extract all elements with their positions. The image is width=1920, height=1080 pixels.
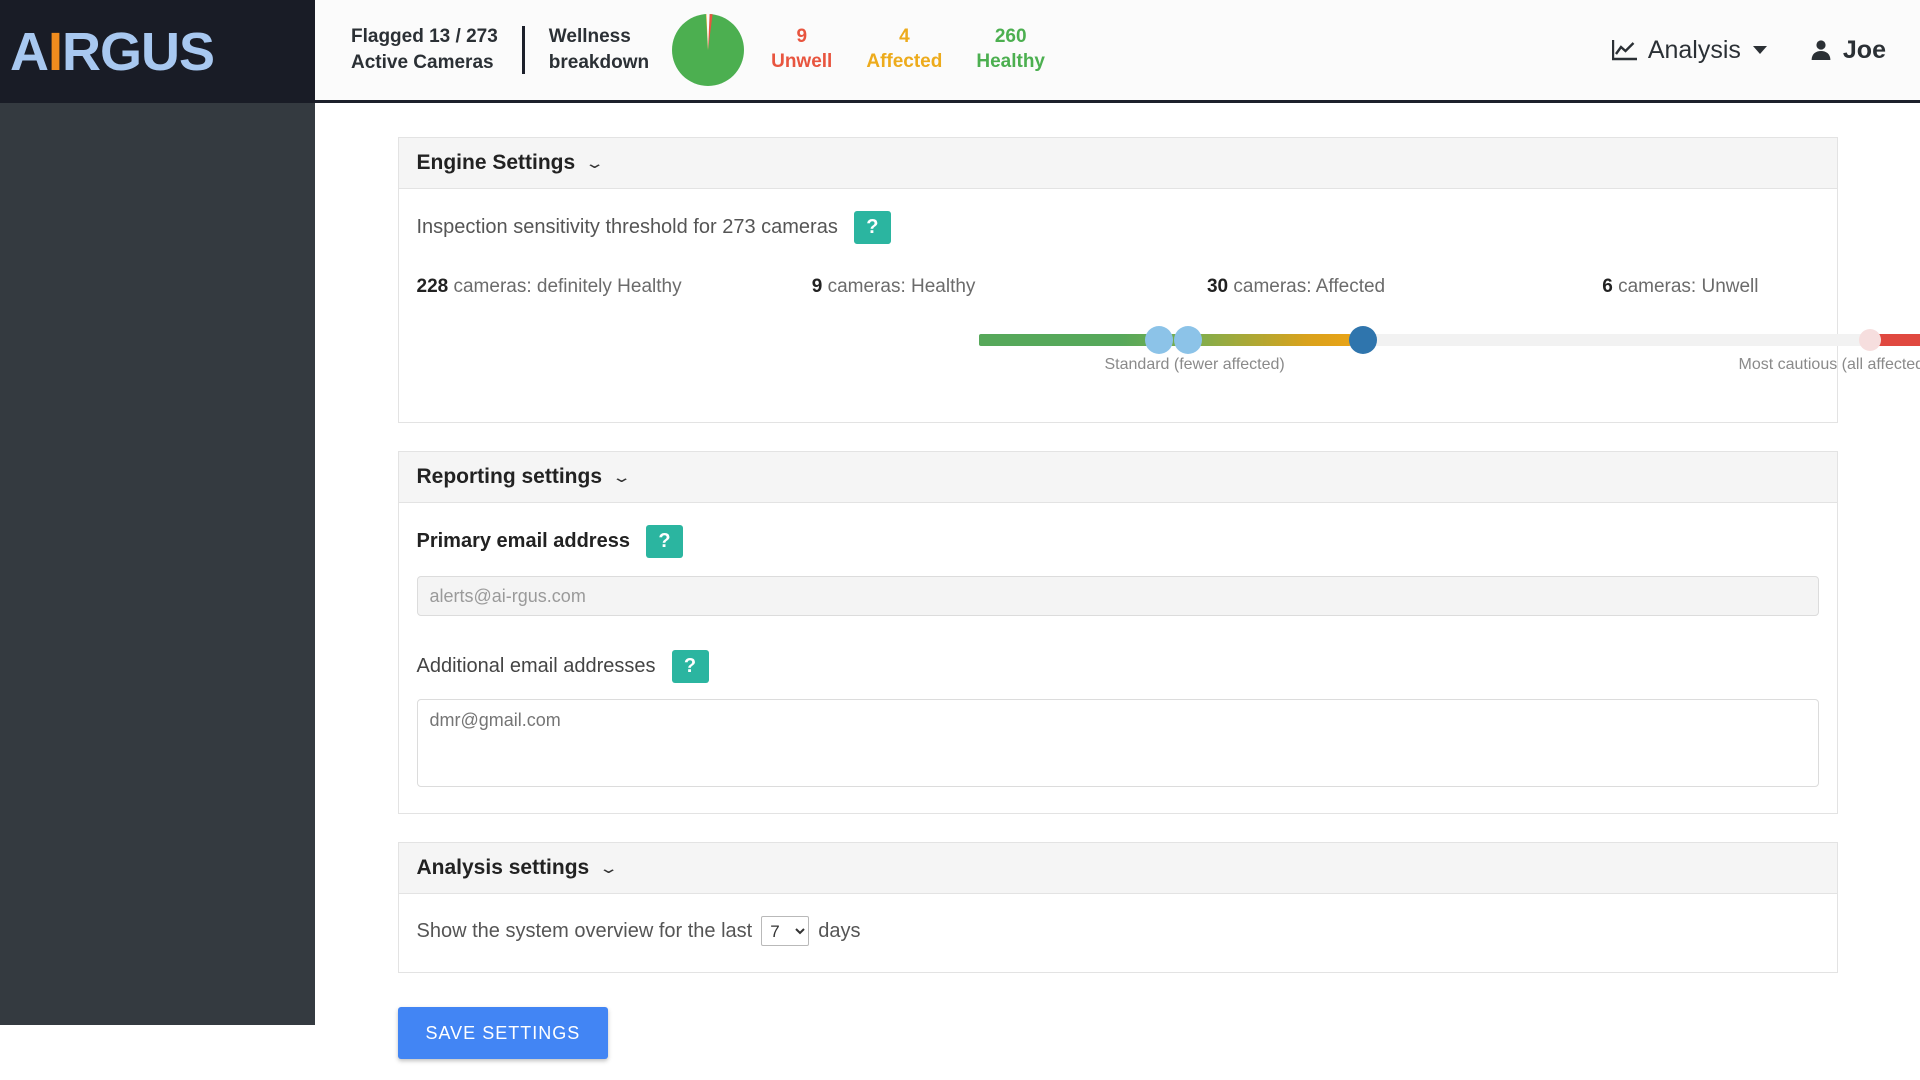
engine-settings-body: Inspection sensitivity threshold for 273… bbox=[399, 189, 1920, 422]
count-text: cameras: definitely Healthy bbox=[453, 276, 682, 297]
metric-affected: 4 Affected bbox=[866, 25, 942, 74]
overview-days-select[interactable]: 7 bbox=[761, 916, 810, 946]
wellness-metrics: 9 Unwell 4 Affected 260 Healthy bbox=[771, 25, 1045, 74]
slider-handle-1[interactable] bbox=[1144, 326, 1173, 354]
camera-count-unwell: 6 cameras: Unwell bbox=[1602, 276, 1758, 298]
camera-count-definitely-healthy: 228 cameras: definitely Healthy bbox=[417, 276, 812, 298]
reporting-settings-header[interactable]: Reporting settings ⌄ bbox=[398, 452, 1837, 503]
wellness-pie-chart bbox=[671, 13, 745, 87]
additional-email-label: Additional email addresses bbox=[416, 655, 656, 677]
metric-affected-label: Affected bbox=[866, 51, 943, 72]
user-icon bbox=[1811, 40, 1831, 60]
wellness-line-1: Wellness bbox=[548, 26, 631, 48]
sensitivity-help-icon[interactable]: ? bbox=[853, 211, 891, 244]
slider-handle-3[interactable] bbox=[1348, 326, 1377, 354]
additional-email-label-row: Additional email addresses ? bbox=[417, 650, 1819, 683]
main-content: Engine Settings ⌄ Inspection sensitivity… bbox=[315, 103, 1920, 1080]
chevron-down-icon: ⌄ bbox=[584, 155, 605, 171]
metric-unwell-value: 9 bbox=[796, 26, 808, 48]
metric-healthy-label: Healthy bbox=[976, 51, 1045, 72]
metric-healthy: 260 Healthy bbox=[976, 25, 1045, 74]
chevron-down-icon bbox=[1752, 46, 1767, 54]
sensitivity-slider[interactable]: Standard (fewer affected) Most cautious … bbox=[417, 326, 1920, 396]
primary-email-help-icon[interactable]: ? bbox=[645, 525, 683, 558]
nav-user-menu[interactable]: Joe bbox=[1809, 36, 1886, 65]
logo-text: AIRGUS bbox=[10, 21, 215, 82]
engine-settings-header[interactable]: Engine Settings ⌄ bbox=[398, 138, 1837, 189]
count-text: cameras: Unwell bbox=[1618, 276, 1759, 297]
header-divider bbox=[521, 26, 525, 74]
overview-prefix-label: Show the system overview for the last bbox=[416, 919, 753, 942]
count-value: 228 bbox=[416, 276, 449, 297]
additional-email-textarea[interactable] bbox=[416, 699, 1819, 787]
save-settings-button[interactable]: SAVE SETTINGS bbox=[397, 1007, 609, 1059]
analysis-settings-panel: Analysis settings ⌄ Show the system over… bbox=[397, 842, 1838, 973]
app-logo[interactable]: AIRGUS bbox=[0, 0, 315, 103]
nav-analysis-dropdown[interactable]: Analysis bbox=[1611, 35, 1767, 65]
primary-email-label-row: Primary email address ? bbox=[417, 525, 1819, 558]
line-chart-icon bbox=[1611, 40, 1637, 61]
engine-settings-panel: Engine Settings ⌄ Inspection sensitivity… bbox=[397, 137, 1920, 423]
pie-chart-svg bbox=[672, 14, 745, 86]
top-header-bar: AIRGUS Flagged 13 / 273 Active Cameras W… bbox=[0, 0, 1920, 103]
camera-counts-row: 228 cameras: definitely Healthy 9 camera… bbox=[417, 276, 1819, 298]
count-value: 6 bbox=[1602, 276, 1613, 297]
additional-email-help-icon[interactable]: ? bbox=[671, 650, 709, 683]
nav-analysis-label: Analysis bbox=[1647, 35, 1741, 64]
metric-affected-value: 4 bbox=[899, 26, 910, 48]
sensitivity-label: Inspection sensitivity threshold for 273… bbox=[416, 216, 838, 238]
metric-unwell-label: Unwell bbox=[771, 51, 833, 72]
logo-exclamation-icon: I bbox=[48, 21, 63, 82]
camera-count-affected: 30 cameras: Affected bbox=[1207, 276, 1602, 298]
slider-track-inactive bbox=[1350, 334, 1867, 346]
flagged-count-line: Flagged 13 / 273 bbox=[351, 26, 498, 48]
count-value: 30 bbox=[1206, 276, 1229, 297]
reporting-settings-title: Reporting settings bbox=[416, 465, 603, 488]
slider-handle-4[interactable] bbox=[1858, 329, 1881, 351]
active-cameras-line: Active Cameras bbox=[351, 52, 494, 73]
chevron-down-icon: ⌄ bbox=[598, 860, 619, 876]
reporting-settings-body: Primary email address ? Additional email… bbox=[399, 503, 1837, 813]
slider-caption-standard: Standard (fewer affected) bbox=[1104, 356, 1285, 373]
wellness-line-2: breakdown bbox=[548, 52, 650, 73]
analysis-settings-title: Analysis settings bbox=[416, 856, 590, 879]
header-stats: Flagged 13 / 273 Active Cameras Wellness… bbox=[315, 0, 1612, 100]
overview-period-row: Show the system overview for the last 7 … bbox=[417, 916, 1819, 946]
count-value: 9 bbox=[811, 276, 823, 297]
overview-suffix-label: days bbox=[818, 919, 861, 942]
header-nav: Analysis Joe bbox=[1611, 0, 1920, 100]
metric-unwell: 9 Unwell bbox=[771, 25, 832, 74]
left-sidebar bbox=[0, 103, 315, 1025]
primary-email-input[interactable] bbox=[416, 576, 1819, 616]
chevron-down-icon: ⌄ bbox=[611, 469, 632, 485]
camera-count-healthy: 9 cameras: Healthy bbox=[812, 276, 1207, 298]
flagged-cameras-stat: Flagged 13 / 273 Active Cameras bbox=[351, 24, 498, 75]
engine-settings-title: Engine Settings bbox=[416, 151, 576, 174]
analysis-settings-header[interactable]: Analysis settings ⌄ bbox=[398, 843, 1837, 894]
sensitivity-row: Inspection sensitivity threshold for 273… bbox=[417, 211, 1819, 244]
count-text: cameras: Healthy bbox=[827, 276, 976, 297]
slider-handle-2[interactable] bbox=[1173, 326, 1202, 354]
wellness-breakdown-label: Wellness breakdown bbox=[549, 24, 649, 75]
slider-caption-cautious: Most cautious (all affected) bbox=[1738, 356, 1920, 373]
slider-track-row bbox=[417, 326, 1920, 354]
count-text: cameras: Affected bbox=[1233, 276, 1386, 297]
primary-email-label: Primary email address bbox=[416, 530, 630, 552]
logo-text-a: A bbox=[10, 21, 49, 82]
nav-user-label: Joe bbox=[1842, 35, 1886, 64]
metric-healthy-value: 260 bbox=[994, 26, 1027, 48]
page-body: Engine Settings ⌄ Inspection sensitivity… bbox=[0, 103, 1920, 1080]
analysis-settings-body: Show the system overview for the last 7 … bbox=[399, 894, 1837, 972]
save-area: SAVE SETTINGS bbox=[397, 1007, 1838, 1059]
logo-text-rgus: RGUS bbox=[62, 21, 215, 82]
reporting-settings-panel: Reporting settings ⌄ Primary email addre… bbox=[397, 451, 1838, 814]
